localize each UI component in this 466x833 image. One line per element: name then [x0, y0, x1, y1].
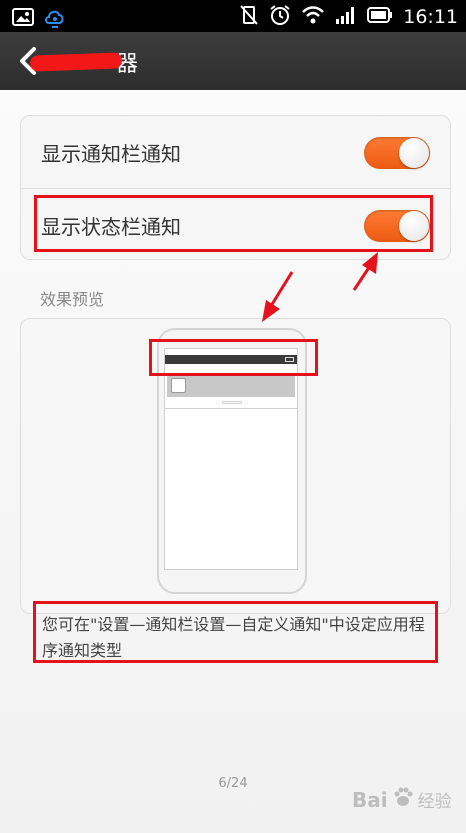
preview-section-label: 效果预览 — [40, 290, 105, 309]
battery-icon — [367, 6, 393, 28]
baidu-watermark: Bai 经验 — [352, 786, 452, 813]
watermark-suffix: 经验 — [417, 792, 452, 812]
title-bar: 器 — [0, 32, 466, 90]
vibrate-off-icon — [239, 4, 259, 30]
toggle-switch[interactable] — [364, 137, 430, 169]
toggle-knob — [399, 138, 429, 168]
cloud-icon — [44, 5, 66, 33]
phone-divider — [165, 408, 297, 409]
watermark-brand: Bai — [352, 787, 388, 812]
paw-icon — [392, 786, 414, 813]
status-bar: 16:11 — [0, 0, 466, 32]
notification-app-icon — [171, 378, 186, 393]
settings-row-notification-bar[interactable]: 显示通知栏通知 — [21, 116, 450, 188]
wifi-icon — [301, 5, 325, 29]
annotation-box-hint — [33, 601, 438, 663]
gallery-icon — [12, 7, 34, 31]
redaction-mark — [29, 52, 123, 72]
annotation-box-status-row — [34, 195, 433, 252]
annotation-box-preview-statusbar — [149, 339, 318, 376]
clock: 16:11 — [403, 6, 458, 28]
phone-drawer-handle — [222, 401, 242, 404]
phone-notification — [167, 375, 295, 397]
row-label: 显示通知栏通知 — [41, 142, 181, 166]
signal-icon — [335, 5, 357, 29]
alarm-icon — [269, 4, 291, 30]
